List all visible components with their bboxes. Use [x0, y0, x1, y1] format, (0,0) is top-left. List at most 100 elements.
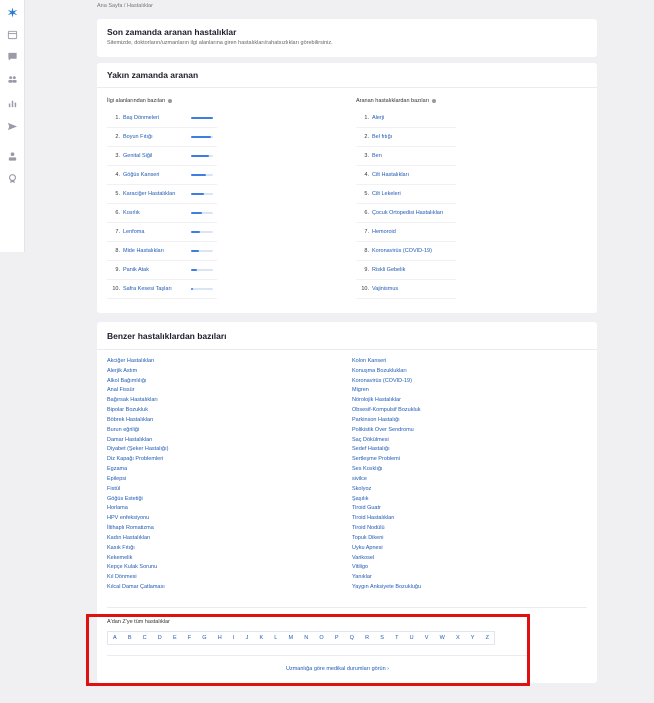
disease-link[interactable]: Sedef Hastalığı [352, 446, 390, 452]
send-icon[interactable] [6, 120, 18, 132]
disease-link[interactable]: Bağırsak Hastalıkları [107, 397, 158, 403]
disease-link[interactable]: Kolon Kanseri [352, 358, 386, 364]
disease-link[interactable]: Kılcal Damar Çatlaması [107, 584, 165, 590]
searched-link[interactable]: Alerji [372, 115, 384, 121]
disease-link[interactable]: Göğüs Estetiği [107, 496, 143, 502]
searched-row[interactable]: 1. Alerji [356, 109, 456, 128]
interest-row[interactable]: 6. Kısırlık [107, 204, 217, 223]
searched-link[interactable]: Ben [372, 153, 382, 159]
disease-link[interactable]: Koronavirüs (COVID-19) [352, 378, 412, 384]
disease-link[interactable]: Kadın Hastalıkları [107, 535, 150, 541]
interest-link[interactable]: Boyun Fıtığı [123, 134, 153, 140]
disease-link[interactable]: Nörolojik Hastalıklar [352, 397, 401, 403]
searched-row[interactable]: 6. Çocuk Ortopedisi Hastalıkları [356, 204, 456, 223]
interest-link[interactable]: Genital Siğil [123, 153, 152, 159]
interest-link[interactable]: Göğüs Kanseri [123, 172, 159, 178]
disease-link[interactable]: Fistül [107, 486, 120, 492]
disease-link[interactable]: Böbrek Hastalıkları [107, 417, 153, 423]
searched-link[interactable]: Cilt Lekeleri [372, 191, 401, 197]
people-icon[interactable] [6, 73, 18, 85]
disease-link[interactable]: Polikistik Over Sendromu [352, 427, 414, 433]
disease-link[interactable]: Bipolar Bozukluk [107, 407, 148, 413]
disease-link[interactable]: Konuşma Bozuklukları [352, 368, 407, 374]
disease-link[interactable]: Yanıklar [352, 574, 372, 580]
disease-link[interactable]: Akciğer Hastalıkları [107, 358, 154, 364]
disease-link[interactable]: Tiroid Guatr [352, 505, 381, 511]
disease-link[interactable]: sivilce [352, 476, 367, 482]
disease-link[interactable]: Tiroid Nodülü [352, 525, 385, 531]
disease-link[interactable]: Anal Fissür [107, 387, 135, 393]
searched-row[interactable]: 8. Koronavirüs (COVID-19) [356, 242, 456, 261]
disease-link[interactable]: HPV enfeksiyonu [107, 515, 149, 521]
interest-row[interactable]: 1. Baş Dönmeleri [107, 109, 217, 128]
interest-row[interactable]: 4. Göğüs Kanseri [107, 166, 217, 185]
disease-link[interactable]: Alerjik Astım [107, 368, 137, 374]
disease-link[interactable]: Kıl Dönmesi [107, 574, 137, 580]
disease-link[interactable]: Varikosel [352, 555, 374, 561]
searched-row[interactable]: 10. Vajinismus [356, 280, 456, 299]
interest-row[interactable]: 9. Panik Atak [107, 261, 217, 280]
interest-link[interactable]: Lenfoma [123, 229, 144, 235]
interest-link[interactable]: Mide Hastalıkları [123, 248, 164, 254]
disease-link[interactable]: Burun eğriliği [107, 427, 139, 433]
disease-link[interactable]: Kekemelik [107, 555, 132, 561]
searched-link[interactable]: Bel fıtığı [372, 134, 392, 140]
interest-link[interactable]: Baş Dönmeleri [123, 115, 159, 121]
interest-row[interactable]: 8. Mide Hastalıkları [107, 242, 217, 261]
disease-link[interactable]: Horlama [107, 505, 128, 511]
disease-link[interactable]: Migren [352, 387, 369, 393]
interest-row[interactable]: 10. Safra Kesesi Taşları [107, 280, 217, 299]
disease-link[interactable]: Diyabet (Şeker Hastalığı) [107, 446, 168, 452]
disease-link[interactable]: Alkol Bağımlılığı [107, 378, 146, 384]
searched-link[interactable]: Riskli Gebelik [372, 267, 405, 273]
bar-chart-icon[interactable] [6, 97, 18, 109]
disease-link[interactable]: Şaşılık [352, 496, 369, 502]
doctor-icon[interactable] [6, 150, 18, 162]
disease-link[interactable]: Ses Kısıklığı [352, 466, 383, 472]
info-icon[interactable] [168, 99, 173, 103]
disease-link[interactable]: Kasık Fıtığı [107, 545, 135, 551]
disease-link[interactable]: Topuk Dikeni [352, 535, 384, 541]
disease-link[interactable]: Epilepsi [107, 476, 126, 482]
searched-row[interactable]: 9. Riskli Gebelik [356, 261, 456, 280]
searched-link[interactable]: Vajinismus [372, 286, 398, 292]
searched-row[interactable]: 7. Hemoroid [356, 223, 456, 242]
disease-link[interactable]: Damar Hastalıkları [107, 437, 153, 443]
disease-link[interactable]: Yaygın Anksiyete Bozukluğu [352, 584, 421, 590]
breadcrumb[interactable]: Ana Sayfa / Hastalıklar [97, 3, 153, 9]
calendar-icon[interactable] [6, 28, 18, 40]
disease-link[interactable]: Vitiligo [352, 564, 368, 570]
similar-divider [97, 349, 597, 350]
searched-link[interactable]: Cilt Hastalıkları [372, 172, 409, 178]
interest-row[interactable]: 7. Lenfoma [107, 223, 217, 242]
disease-link[interactable]: Kepçe Kulak Sorunu [107, 564, 157, 570]
disease-link[interactable]: Saç Dökülmesi [352, 437, 389, 443]
searched-row[interactable]: 3. Ben [356, 147, 456, 166]
searched-link[interactable]: Hemoroid [372, 229, 396, 235]
disease-link[interactable]: İltihaplı Romatizma [107, 525, 154, 531]
disease-link[interactable]: Sertleşme Problemi [352, 456, 400, 462]
disease-link[interactable]: Obsesif-Kompulsif Bozukluk [352, 407, 420, 413]
interest-link[interactable]: Karaciğer Hastalıkları [123, 191, 176, 197]
interest-row[interactable]: 2. Boyun Fıtığı [107, 128, 217, 147]
interest-row[interactable]: 5. Karaciğer Hastalıkları [107, 185, 217, 204]
interest-link[interactable]: Panik Atak [123, 267, 149, 273]
searched-link[interactable]: Koronavirüs (COVID-19) [372, 248, 432, 254]
interest-row[interactable]: 3. Genital Siğil [107, 147, 217, 166]
disease-link[interactable]: Egzama [107, 466, 127, 472]
star-logo-icon[interactable] [6, 6, 18, 18]
searched-row[interactable]: 2. Bel fıtığı [356, 128, 456, 147]
searched-link[interactable]: Çocuk Ortopedisi Hastalıkları [372, 210, 443, 216]
disease-link[interactable]: Tiroid Hastalıkları [352, 515, 395, 521]
award-icon[interactable] [6, 172, 18, 184]
searched-row[interactable]: 4. Cilt Hastalıkları [356, 166, 456, 185]
disease-link[interactable]: Skolyoz [352, 486, 371, 492]
searched-row[interactable]: 5. Cilt Lekeleri [356, 185, 456, 204]
disease-link[interactable]: Uyku Apnesi [352, 545, 383, 551]
interest-link[interactable]: Safra Kesesi Taşları [123, 286, 172, 292]
interest-link[interactable]: Kısırlık [123, 210, 140, 216]
disease-link[interactable]: Parkinson Hastalığı [352, 417, 400, 423]
disease-link[interactable]: Diz Kapağı Problemleri [107, 456, 163, 462]
info-icon[interactable] [432, 99, 437, 103]
chat-icon[interactable] [6, 50, 18, 62]
